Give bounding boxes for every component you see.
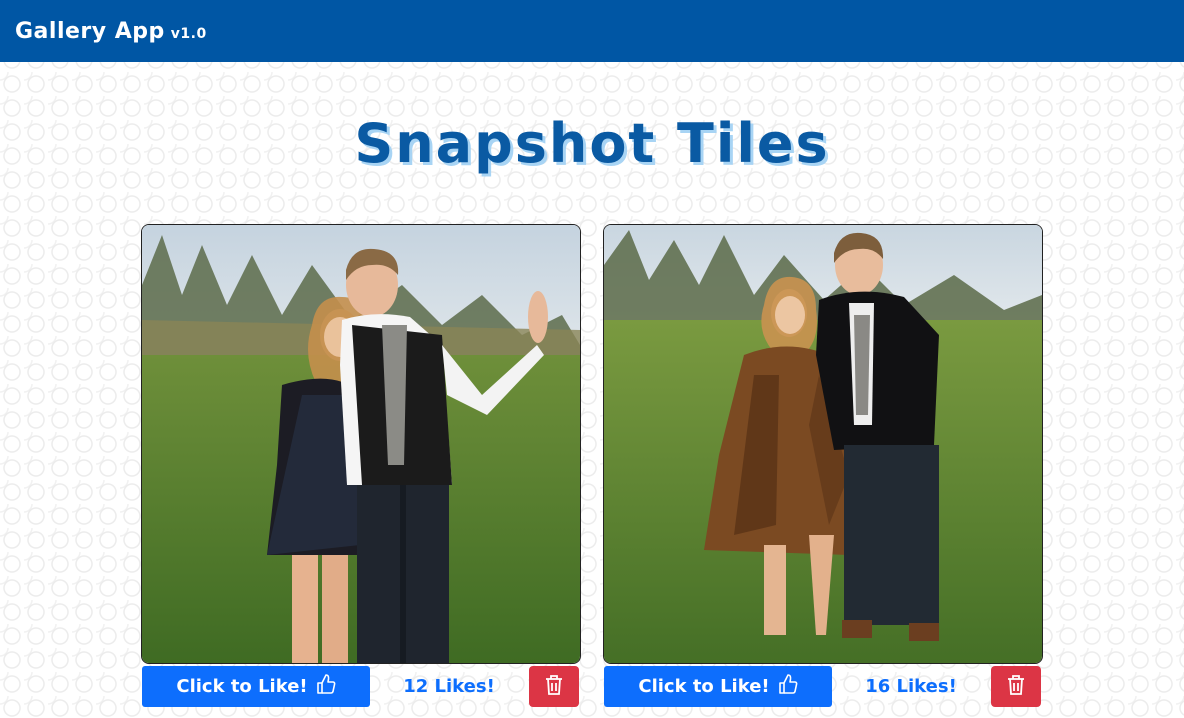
tile-controls: Click to Like! 16 Likes! — [603, 666, 1043, 710]
tile-controls: Click to Like! 12 Likes! — [141, 666, 581, 710]
trash-icon — [1006, 674, 1026, 699]
photo-tile: Click to Like! 16 Likes! — [603, 224, 1043, 710]
likes-count: 16 Likes! — [865, 676, 957, 697]
like-button[interactable]: Click to Like! — [604, 666, 832, 707]
photo-image — [603, 224, 1043, 664]
like-button-label: Click to Like! — [638, 676, 770, 697]
photo-image — [141, 224, 581, 664]
app-brand[interactable]: Gallery App v1.0 — [15, 19, 207, 44]
page-title: Snapshot Tiles — [354, 112, 830, 175]
app-version: v1.0 — [170, 25, 207, 42]
delete-button[interactable] — [529, 666, 579, 707]
likes-count: 12 Likes! — [403, 676, 495, 697]
like-button-label: Click to Like! — [176, 676, 308, 697]
thumbs-up-icon — [316, 673, 336, 700]
app-name: Gallery App — [15, 18, 165, 44]
trash-icon — [544, 674, 564, 699]
thumbs-up-icon — [778, 673, 798, 700]
delete-button[interactable] — [991, 666, 1041, 707]
photo-tile: Click to Like! 12 Likes! — [141, 224, 581, 710]
like-button[interactable]: Click to Like! — [142, 666, 370, 707]
navbar: Gallery App v1.0 — [0, 0, 1184, 62]
